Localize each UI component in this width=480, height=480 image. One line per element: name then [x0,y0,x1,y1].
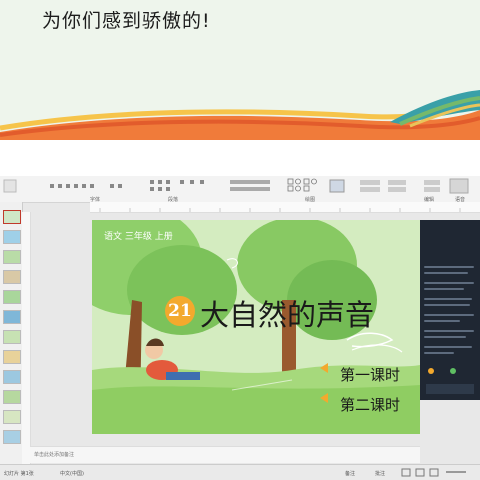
slide-info: 幻灯片 第1张 [4,471,34,477]
spacer [0,140,480,176]
slide-thumbnail-panel[interactable] [0,202,23,464]
top-banner: 为你们感到骄傲的! [0,0,480,140]
slide-thumbnail[interactable] [3,370,21,384]
slide-thumbnail[interactable] [3,430,21,444]
panel-text-line [424,352,454,354]
slide-thumbnail[interactable] [3,390,21,404]
language-indicator[interactable]: 中文(中国) [60,470,84,477]
slide-thumbnail[interactable] [3,350,21,364]
panel-text-line [424,330,474,332]
notes-button[interactable]: 备注 [345,470,355,477]
status-bar: 幻灯片 第1张 中文(中国) 备注 批注 [0,464,480,480]
side-overlay-panel[interactable] [420,220,480,400]
rainbow-decoration [0,90,480,140]
slide-thumbnail[interactable] [3,290,21,304]
slide-thumbnail[interactable] [3,310,21,324]
slide-thumbnail[interactable] [3,210,21,224]
slide-thumbnail[interactable] [3,230,21,244]
panel-text-line [424,320,460,322]
vertical-ruler [22,212,31,464]
panel-text-line [424,298,472,300]
slide-thumbnail[interactable] [3,410,21,424]
slide-title: 大自然的声音 [200,298,375,332]
mic-indicator-icon[interactable] [450,368,456,374]
notes-placeholder: 单击此处添加备注 [34,452,75,458]
panel-text-line [424,304,470,306]
notes-area[interactable]: 单击此处添加备注 [30,446,420,463]
horizontal-ruler [90,202,480,213]
record-indicator-icon[interactable] [428,368,434,374]
slide-thumbnail[interactable] [3,270,21,284]
lesson-number-badge: 21 [165,296,195,326]
ribbon-controls[interactable] [0,176,480,196]
view-buttons[interactable] [400,468,470,478]
panel-text-line [424,336,466,338]
panel-text-line [424,266,474,268]
panel-text-line [424,288,464,290]
comments-button[interactable]: 批注 [375,470,385,477]
slide-thumbnail[interactable] [3,330,21,344]
panel-text-line [424,272,468,274]
panel-text-line [424,282,474,284]
slide-subject-header: 语文 三年级 上册 [104,232,173,242]
lesson-first: 第一课时 [340,366,401,384]
panel-text-line [424,346,472,348]
panel-action-button[interactable] [426,384,474,394]
slide-thumbnail[interactable] [3,250,21,264]
lesson-second: 第二课时 [340,396,401,414]
panel-text-line [424,314,474,316]
presentation-app: 字体 段落 绘图 编辑 语音 语文 三年级 上册 21 大自然的声音 第一课时 … [0,176,480,480]
ribbon-toolbar: 字体 段落 绘图 编辑 语音 [0,176,480,203]
